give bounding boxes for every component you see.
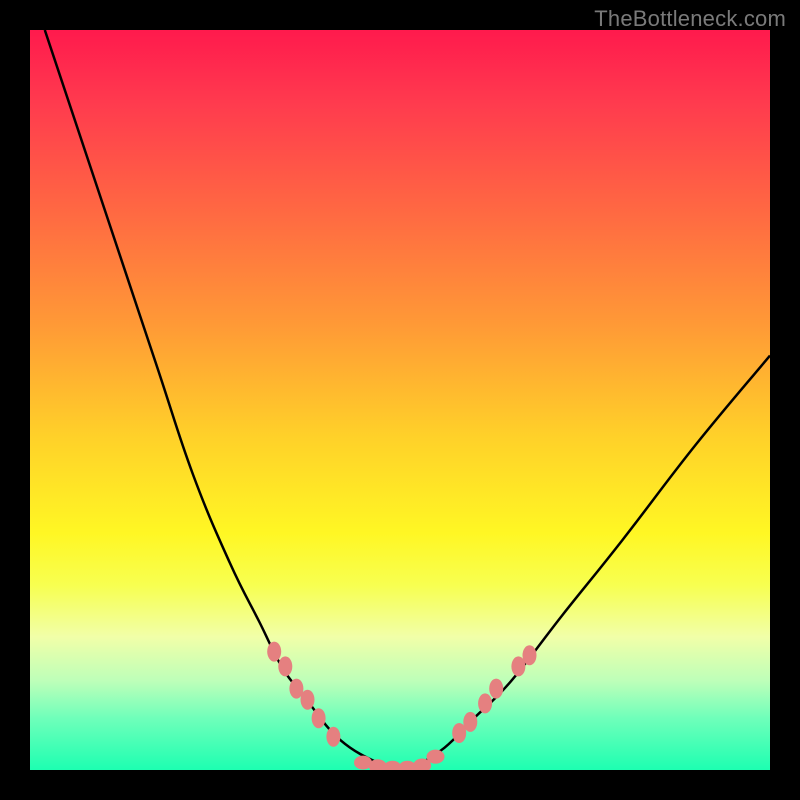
- data-marker: [278, 656, 292, 676]
- data-marker: [267, 642, 281, 662]
- watermark-text: TheBottleneck.com: [594, 6, 786, 32]
- data-marker: [427, 750, 445, 764]
- curve-left: [45, 30, 400, 770]
- data-marker: [301, 690, 315, 710]
- data-marker: [489, 679, 503, 699]
- data-marker: [312, 708, 326, 728]
- curve-right: [400, 356, 770, 770]
- data-marker: [463, 712, 477, 732]
- markers-right: [452, 645, 536, 743]
- markers-left: [267, 642, 340, 747]
- markers-bottom: [354, 750, 445, 770]
- data-marker: [523, 645, 537, 665]
- chart-svg: [30, 30, 770, 770]
- data-marker: [326, 727, 340, 747]
- data-marker: [478, 693, 492, 713]
- chart-plot-area: [30, 30, 770, 770]
